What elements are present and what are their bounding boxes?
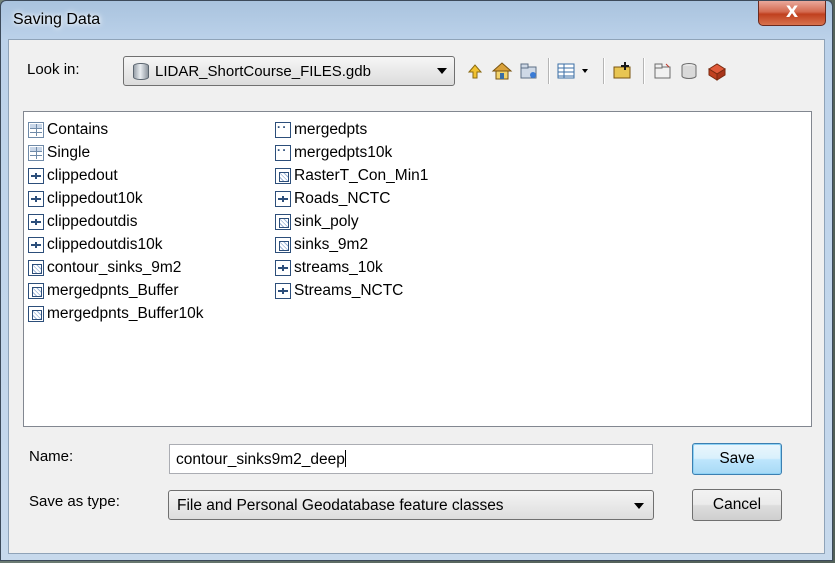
view-menu-icon xyxy=(557,63,588,79)
geodatabase-icon xyxy=(133,63,149,80)
file-list-item-label: RasterT_Con_Min1 xyxy=(294,166,429,184)
point-feature-class-icon xyxy=(275,143,291,161)
file-list-item[interactable]: streams_10k xyxy=(275,256,428,279)
poly-feature-class-icon xyxy=(28,305,44,322)
file-list-item-label: Streams_NCTC xyxy=(294,281,404,299)
file-list-item-label: sinks_9m2 xyxy=(294,235,369,253)
new-geodatabase-icon xyxy=(681,63,697,79)
file-list-item-label: mergedpnts_Buffer10k xyxy=(47,304,204,322)
poly-feature-class-icon xyxy=(275,167,291,184)
text-caret xyxy=(344,450,346,467)
line-feature-class-icon xyxy=(28,190,44,207)
look-in-label: Look in: xyxy=(27,61,80,78)
file-list-item-label: Roads_NCTC xyxy=(294,189,391,207)
file-list-item[interactable]: Single xyxy=(28,141,204,164)
chevron-down-icon xyxy=(437,68,447,74)
title-bar[interactable]: Saving Data X xyxy=(1,1,832,39)
new-feature-dataset-button[interactable] xyxy=(610,58,636,84)
save-button[interactable]: Save xyxy=(692,443,782,475)
file-list-item[interactable]: sinks_9m2 xyxy=(275,233,428,256)
file-list-item[interactable]: clippedout10k xyxy=(28,187,204,210)
file-list-item-label: streams_10k xyxy=(294,258,383,276)
file-list-item[interactable]: mergedpnts_Buffer xyxy=(28,279,204,302)
file-list-item[interactable]: clippedoutdis10k xyxy=(28,233,204,256)
connect-folder-icon xyxy=(520,63,537,79)
new-folder-button[interactable] xyxy=(650,58,676,84)
file-list-item-label: clippedoutdis xyxy=(47,212,138,230)
toolbar-separator xyxy=(548,58,550,84)
look-in-dropdown[interactable]: LIDAR_ShortCourse_FILES.gdb xyxy=(123,56,455,86)
catalog-options-button[interactable] xyxy=(704,58,730,84)
save-as-type-value: File and Personal Geodatabase feature cl… xyxy=(177,497,504,514)
dialog-title: Saving Data xyxy=(13,11,101,28)
home-button[interactable] xyxy=(489,58,515,84)
line-feature-class-icon xyxy=(28,213,44,230)
file-list-item-label: sink_poly xyxy=(294,212,359,230)
file-list-item[interactable]: clippedout xyxy=(28,164,204,187)
new-feature-dataset-icon xyxy=(613,62,631,79)
name-label: Name: xyxy=(29,448,74,465)
save-as-type-label: Save as type: xyxy=(29,493,120,510)
line-feature-class-icon xyxy=(275,282,291,299)
line-feature-class-icon xyxy=(28,236,44,253)
line-feature-class-icon xyxy=(275,190,291,207)
file-list-item[interactable]: contour_sinks_9m2 xyxy=(28,256,204,279)
poly-feature-class-icon xyxy=(28,282,44,299)
file-list-item-label: clippedout xyxy=(47,166,118,184)
file-list-item-label: Contains xyxy=(47,120,109,138)
catalog-options-icon xyxy=(708,63,726,81)
table-feature-class-icon xyxy=(28,144,44,161)
file-list-item[interactable]: mergedpnts_Buffer10k xyxy=(28,302,204,325)
file-list-item-label: contour_sinks_9m2 xyxy=(47,258,182,276)
file-list[interactable]: Contains Single clippedout clippedout10k cli… xyxy=(23,111,812,427)
poly-feature-class-icon xyxy=(275,213,291,230)
file-list-item[interactable]: Streams_NCTC xyxy=(275,279,428,302)
file-list-item-label: mergedpts xyxy=(294,120,368,138)
file-list-item[interactable]: RasterT_Con_Min1 xyxy=(275,164,428,187)
file-list-item-label: mergedpnts_Buffer xyxy=(47,281,179,299)
file-list-item-label: mergedpts10k xyxy=(294,143,393,161)
file-list-item-label: Single xyxy=(47,143,91,161)
file-list-item-label: clippedout10k xyxy=(47,189,143,207)
file-list-item[interactable]: mergedpts10k xyxy=(275,141,428,164)
new-geodatabase-button[interactable] xyxy=(677,58,703,84)
view-menu-button[interactable] xyxy=(555,58,595,84)
save-dialog: Saving Data X Look in: LIDAR_ShortCourse… xyxy=(0,0,833,561)
file-list-item-label: clippedoutdis10k xyxy=(47,235,163,253)
file-list-item[interactable]: clippedoutdis xyxy=(28,210,204,233)
close-button[interactable]: X xyxy=(758,1,826,26)
cancel-button[interactable]: Cancel xyxy=(692,489,782,521)
toolbar-separator xyxy=(643,58,645,84)
chevron-down-icon xyxy=(634,503,644,509)
connect-folder-button[interactable] xyxy=(516,58,542,84)
up-one-level-button[interactable] xyxy=(462,58,488,84)
file-list-item[interactable]: Contains xyxy=(28,118,204,141)
new-folder-icon xyxy=(654,63,671,79)
name-input[interactable]: contour_sinks9m2_deep xyxy=(169,444,653,474)
file-list-item[interactable]: Roads_NCTC xyxy=(275,187,428,210)
save-as-type-dropdown[interactable]: File and Personal Geodatabase feature cl… xyxy=(168,490,654,520)
table-feature-class-icon xyxy=(28,121,44,138)
file-list-column: Contains Single clippedout clippedout10k cli… xyxy=(28,118,204,325)
file-list-item[interactable]: mergedpts xyxy=(275,118,428,141)
line-feature-class-icon xyxy=(275,259,291,276)
poly-feature-class-icon xyxy=(275,236,291,253)
dialog-body: Look in: LIDAR_ShortCourse_FILES.gdb Con… xyxy=(8,39,825,554)
toolbar-separator xyxy=(603,58,605,84)
poly-feature-class-icon xyxy=(28,259,44,276)
close-icon: X xyxy=(785,2,799,21)
point-feature-class-icon xyxy=(275,120,291,138)
look-in-value: LIDAR_ShortCourse_FILES.gdb xyxy=(155,63,371,80)
name-value: contour_sinks9m2_deep xyxy=(176,451,345,468)
line-feature-class-icon xyxy=(28,167,44,184)
home-icon xyxy=(491,62,513,80)
up-one-level-icon xyxy=(467,64,483,79)
file-list-column: mergedpts mergedpts10k RasterT_Con_Min1 Roa… xyxy=(275,118,428,302)
file-list-item[interactable]: sink_poly xyxy=(275,210,428,233)
